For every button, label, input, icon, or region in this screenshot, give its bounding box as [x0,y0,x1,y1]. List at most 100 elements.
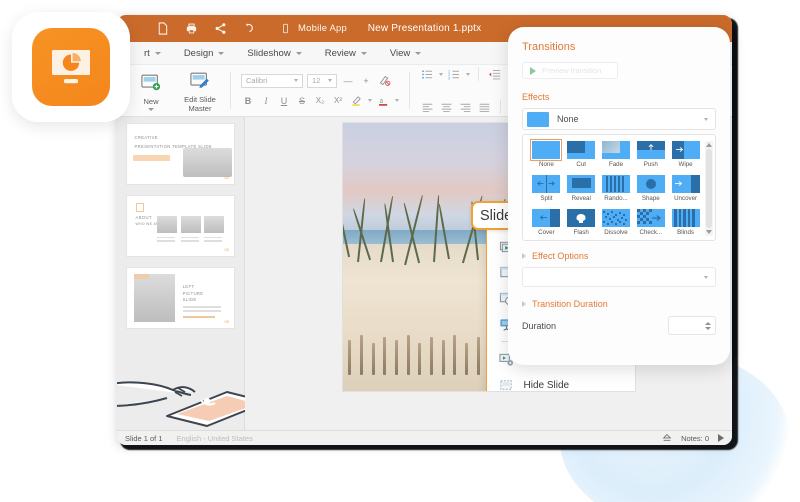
notes-icon[interactable] [662,433,672,444]
text-highlight-icon[interactable] [349,93,364,108]
menu-item-review[interactable]: Review [316,46,376,61]
menu-label: View [389,47,411,59]
menu-item-design[interactable]: Design [175,46,234,61]
menu-label: Hide Slide [523,379,570,391]
align-right-icon[interactable] [458,100,473,115]
share-icon[interactable] [213,22,227,36]
stepper-down-icon[interactable] [705,326,711,330]
effect-thumb-wipe [671,141,700,159]
screenshot-root: Mobile App New Presentation 1.pptx rt De… [0,0,800,502]
menu-label: rt [144,47,150,59]
mobile-app-link[interactable]: Mobile App [278,22,347,36]
ribbon-separator [409,72,410,109]
menu-item-hide-slide[interactable]: Hide Slide [487,372,635,391]
slide-thumbnail-1[interactable]: CREATIVE PRESENTATION TEMPLATE SLIDE 01 [126,123,235,185]
effect-tile-cover[interactable]: Cover [529,209,564,236]
effect-tile-blinds[interactable]: Blinds [668,209,703,236]
strikethrough-button[interactable]: S [295,94,309,108]
effect-thumb-reveal [567,175,596,193]
superscript-button[interactable]: X² [331,94,345,108]
slide-thumbnail-2[interactable]: ABOUT WHO WE ARE 02 [126,195,235,257]
font-color-icon[interactable]: a [376,93,391,108]
effect-tile-random[interactable]: Rando... [599,175,634,202]
scroll-up-icon[interactable] [706,143,712,147]
new-slide-button[interactable]: New [131,70,171,112]
chevron-down-icon [295,51,302,55]
effect-tile-fade[interactable]: Fade [599,141,634,168]
edit-slide-master-button[interactable]: Edit Slide Master [180,68,220,113]
scroll-thumb[interactable] [706,149,712,228]
stepper-up-icon[interactable] [705,321,711,325]
effect-thumb-shape [636,175,665,193]
thumb-number: 02 [224,247,229,252]
effect-tile-flash[interactable]: Flash [564,209,599,236]
underline-button[interactable]: U [277,94,291,108]
italic-button[interactable]: I [259,94,273,108]
effect-tile-none[interactable]: None [529,139,564,168]
decrease-font-size-button[interactable]: — [341,74,355,88]
numbered-list-icon[interactable]: 123 [447,67,462,82]
effect-thumb-checkerboard [636,209,665,227]
menu-item-view[interactable]: View [381,46,430,61]
effects-gallery[interactable]: None Cut Fade Push Wipe Split Reveal Ran… [522,134,716,241]
effect-tile-cut[interactable]: Cut [564,141,599,168]
bullet-list-icon[interactable] [420,67,435,82]
chevron-down-icon[interactable] [439,72,443,76]
effect-tile-push[interactable]: Push [633,141,668,168]
effect-label: Split [540,195,553,202]
thumb-title-line1: ABOUT [135,215,152,221]
chevron-down-icon[interactable] [368,99,372,102]
slide-thumbnail-3[interactable]: LEFT PICTURE SLIDE 03 [126,267,235,329]
stepper-arrows[interactable] [705,321,711,330]
effect-tile-split[interactable]: Split [529,175,564,202]
font-family-select[interactable]: Calibri [241,73,303,88]
effect-label: Dissolve [604,229,628,236]
effect-tile-wipe[interactable]: Wipe [668,141,703,168]
effect-tile-checkerboard[interactable]: Check... [633,209,668,236]
menu-label: Review [324,47,356,59]
effect-tile-reveal[interactable]: Reveal [564,175,599,202]
font-size-select[interactable]: 12 [307,73,337,88]
bold-button[interactable]: B [241,94,255,108]
subscript-button[interactable]: X₂ [313,94,327,108]
menu-item-slideshow[interactable]: Slideshow [238,46,310,61]
chevron-down-icon [218,51,225,55]
clear-formatting-icon[interactable] [377,73,392,88]
effect-tile-dissolve[interactable]: Dissolve [599,209,634,236]
menu-item-insert[interactable]: rt [135,46,170,61]
play-icon [530,66,536,75]
effect-thumb-uncover [671,175,700,193]
align-center-icon[interactable] [439,100,454,115]
thumb-image [180,216,201,234]
chevron-down-icon[interactable] [466,72,470,76]
effect-tile-uncover[interactable]: Uncover [668,175,703,202]
file-icon[interactable] [155,22,169,36]
play-icon[interactable] [718,434,724,442]
selected-effect-dropdown[interactable]: None [522,108,716,130]
slide-thumbnail-panel[interactable]: CREATIVE PRESENTATION TEMPLATE SLIDE 01 … [117,117,268,430]
selected-effect-swatch [527,111,549,127]
effect-label: Fade [608,161,624,168]
decrease-indent-icon[interactable] [487,67,502,82]
preview-transition-button[interactable]: Preview transition [522,62,618,79]
effect-tile-shape[interactable]: Shape [633,175,668,202]
effect-options-dropdown[interactable] [522,267,716,287]
duration-stepper[interactable] [668,316,716,335]
align-left-icon[interactable] [420,100,435,115]
align-justify-icon[interactable] [477,100,492,115]
increase-font-size-button[interactable]: + [359,74,373,88]
chevron-down-icon [328,79,332,82]
scroll-down-icon[interactable] [706,230,712,234]
print-icon[interactable] [184,22,198,36]
thumb-accent [133,155,170,161]
effects-scrollbar[interactable] [705,141,713,236]
effect-options-section[interactable]: Effect Options [522,251,716,261]
effect-thumb-fade [601,141,630,159]
transition-duration-section[interactable]: Transition Duration [522,299,716,309]
edit-slide-master-icon [190,72,210,94]
notes-label[interactable]: Notes: 0 [681,434,709,443]
undo-icon[interactable] [242,22,256,36]
chevron-down-icon[interactable] [395,99,399,102]
font-size-value: 12 [312,76,321,85]
effect-thumb-cut [567,141,596,159]
